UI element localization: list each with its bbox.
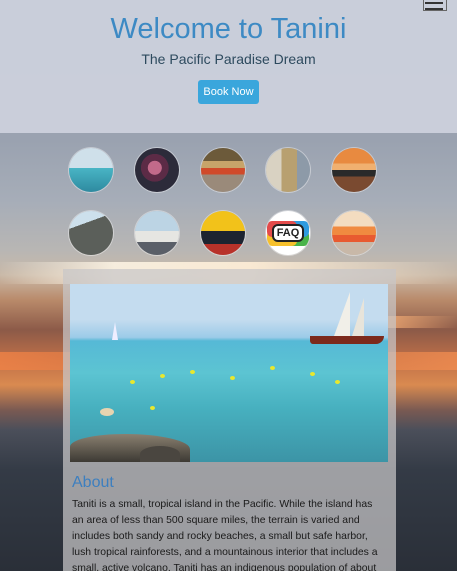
thumbnail-market-street[interactable] (201, 148, 245, 192)
hero-image-beach (70, 284, 388, 462)
swimmer (160, 374, 165, 378)
ship-sail (352, 298, 364, 336)
swimmer (270, 366, 275, 370)
book-now-button[interactable]: Book Now (198, 80, 259, 104)
faq-icon: FAQ (271, 224, 305, 242)
swimmer (150, 406, 155, 410)
swimmer (230, 376, 235, 380)
thumbnail-fortress[interactable] (69, 211, 113, 255)
thumbnail-bus[interactable] (201, 211, 245, 255)
ship-hull (310, 336, 384, 344)
thumbnail-cruise-ship[interactable] (135, 211, 179, 255)
swimmer (100, 408, 114, 416)
about-paragraph: Taniti is a small, tropical island in th… (72, 499, 378, 571)
thumbnail-faq[interactable]: FAQ (266, 211, 310, 255)
thumbnail-dancer[interactable] (135, 148, 179, 192)
hamburger-menu-icon[interactable] (423, 0, 447, 11)
page-title: Welcome to Tanini (110, 13, 347, 45)
about-heading: About (72, 474, 114, 491)
swimmer (190, 370, 195, 374)
pelican (140, 446, 180, 462)
tagline: The Pacific Paradise Dream (141, 51, 316, 67)
site-header: Welcome to Tanini The Pacific Paradise D… (0, 0, 457, 133)
ship-sail (334, 292, 350, 336)
thumbnail-sunset-island[interactable] (332, 211, 376, 255)
swimmer (335, 380, 340, 384)
menu-line (425, 8, 443, 10)
swimmer (130, 380, 135, 384)
distant-sailboat (112, 322, 118, 340)
menu-line (425, 2, 443, 4)
sailing-ship (310, 292, 384, 344)
thumbnail-helicopter[interactable] (332, 148, 376, 192)
thumbnail-city-buildings[interactable] (266, 148, 310, 192)
thumbnail-beach-boat[interactable] (69, 148, 113, 192)
swimmer (310, 372, 315, 376)
